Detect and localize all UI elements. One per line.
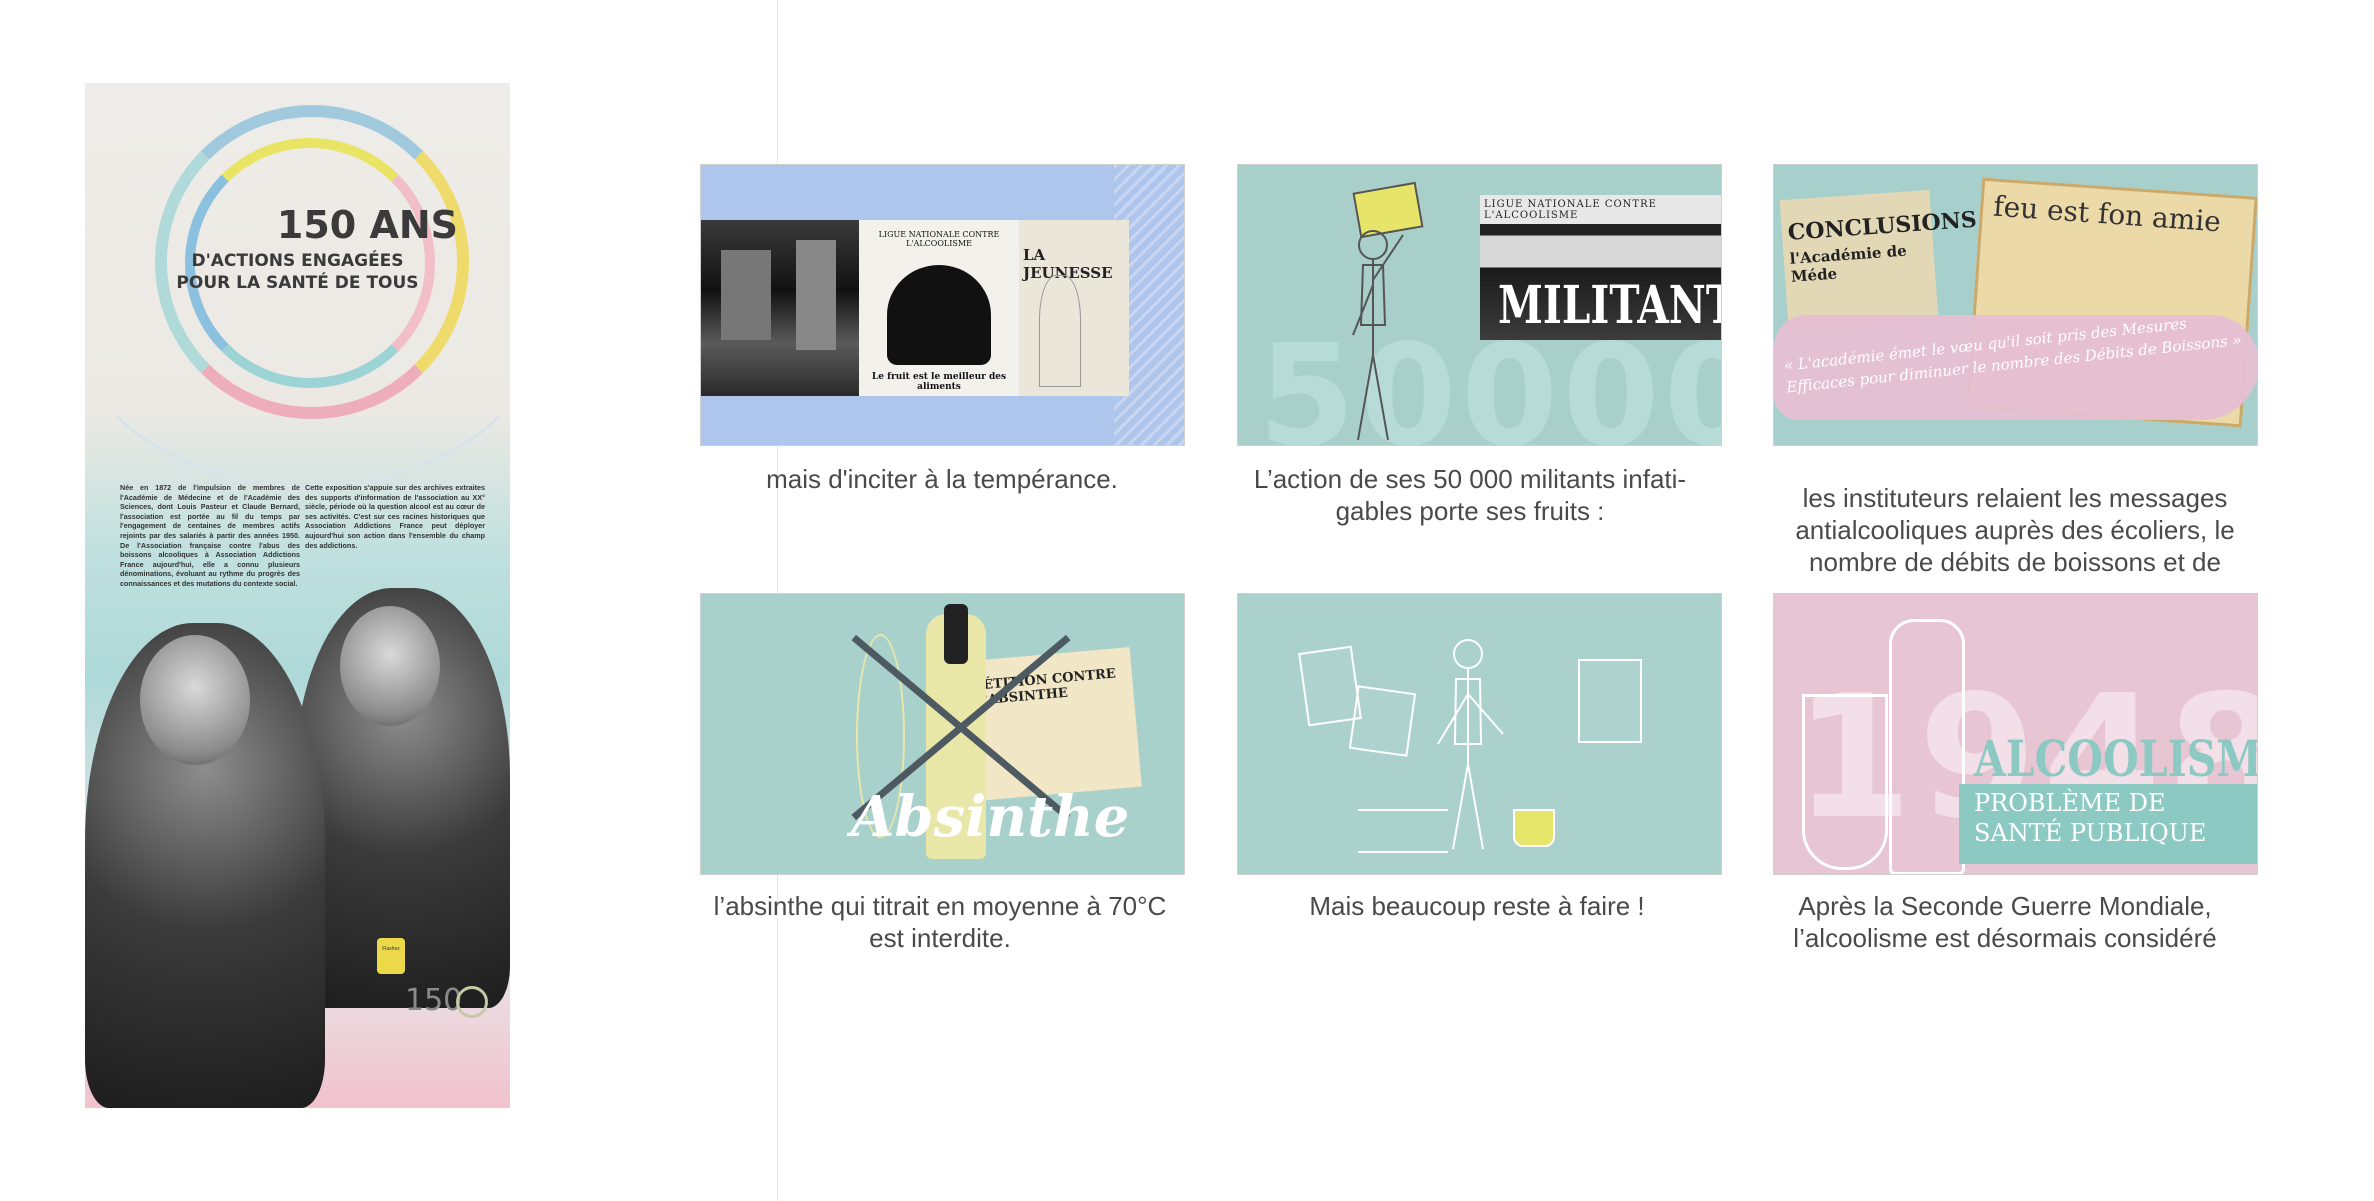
la-jeunesse-poster: LA JEUNESSE — [1019, 220, 1129, 396]
militants-photo-header: LIGUE NATIONALE CONTRE L'ALCOOLISME — [1484, 199, 1657, 221]
anniversary-logo: 150 — [405, 983, 489, 1018]
wine-glass-icon — [1802, 694, 1888, 870]
slide-militants[interactable]: 50000 LIGUE NATIONALE CONTRE L'ALCOOLISM… — [1237, 164, 1722, 446]
fruit-poster: LIGUE NATIONALE CONTRE L'ALCOOLISME Le f… — [859, 220, 1019, 396]
logo-number: 150 — [405, 983, 463, 1018]
slide-caption-1: mais d'inciter à la tempérance. — [766, 464, 1118, 494]
bottle-icon — [1889, 619, 1965, 874]
slide-caption-6: Après la Seconde Guerre Mondiale, l’alco… — [1793, 891, 2217, 953]
slide-alcoolisme[interactable]: 1948 ALCOOLISME PROBLÈME DE SANTÉ PUBLIQ… — [1773, 593, 2258, 875]
slide-reste-a-faire[interactable] — [1237, 593, 1722, 875]
paint-bucket-icon — [1513, 809, 1555, 847]
conclusions-subtitle: l'Académie de Méde — [1789, 241, 1908, 286]
stick-man-icon — [1352, 230, 1404, 441]
paper-icon — [1348, 685, 1417, 757]
slide-temperance[interactable]: LIGUE NATIONALE CONTRE L'ALCOOLISME Le f… — [700, 164, 1185, 446]
poster-text-column-1: Née en 1872 de l'impulsion de membres de… — [120, 483, 300, 588]
exhibition-poster[interactable]: 150 ANS D'ACTIONS ENGAGÉES POUR LA SANTÉ… — [85, 83, 510, 1108]
board-game-title: feu est fon amie — [1992, 189, 2222, 239]
conclusions-document: CONCLUSIONS l'Académie de Méde — [1779, 189, 1977, 331]
portrait-louis-pasteur — [85, 623, 325, 1108]
sante-publique-label: SANTÉ PUBLIQUE — [1974, 819, 2207, 847]
fruit-illustration — [887, 265, 991, 365]
poster-subtitle-2: POUR LA SANTÉ DE TOUS — [176, 273, 419, 293]
petition-title: PÉTITION CONTRE L'ABSINTHE — [972, 666, 1117, 709]
militants-word: MILITANTS — [1498, 275, 1721, 336]
slide-caption-2: L’action de ses 50 000 militants infati-… — [1253, 464, 1687, 526]
logo-circle-icon — [456, 985, 489, 1018]
petition-document: PÉTITION CONTRE L'ABSINTHE — [965, 647, 1142, 801]
slide-caption-4: l’absinthe qui titrait en moyenne à 70°C… — [713, 891, 1167, 953]
slide-caption-3: les instituteurs relaient les messages a… — [1795, 483, 2235, 582]
fruit-poster-header: LIGUE NATIONALE CONTRE L'ALCOOLISME — [878, 230, 1000, 248]
woman-figure — [1039, 275, 1081, 387]
poster-text-column-2: Cette exposition s'appuie sur des archiv… — [305, 483, 485, 550]
la-jeunesse-title: LA JEUNESSE — [1023, 246, 1113, 282]
stick-man-icon — [1437, 639, 1504, 850]
storefront-photo — [701, 220, 859, 396]
poster-subtitle-1: D'ACTIONS ENGAGÉES — [191, 251, 404, 271]
conclusions-title: CONCLUSIONS — [1787, 206, 1978, 246]
slide-absinthe[interactable]: PÉTITION CONTRE L'ABSINTHE Absinthe — [700, 593, 1185, 875]
probleme-label: PROBLÈME DE — [1974, 789, 2166, 817]
poster-title: 150 ANS — [276, 203, 459, 247]
qr-badge[interactable]: Flashez — [377, 938, 405, 974]
slide-academie[interactable]: CONCLUSIONS l'Académie de Méde feu est f… — [1773, 164, 2258, 446]
alcoolisme-word: ALCOOLISME — [1974, 729, 2258, 788]
fruit-poster-footer: Le fruit est le meilleur des aliments — [871, 372, 1007, 392]
paper-icon — [1578, 659, 1642, 743]
absinthe-word: Absinthe — [851, 784, 1130, 850]
slide-caption-5: Mais beaucoup reste à faire ! — [1309, 891, 1645, 921]
paper-icon — [1298, 645, 1362, 727]
